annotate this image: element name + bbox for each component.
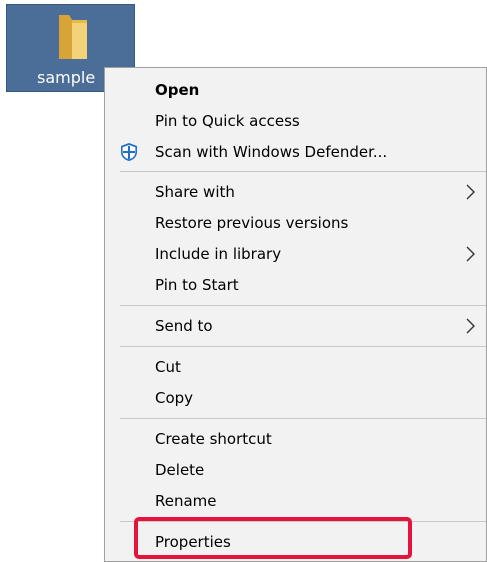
folder-icon bbox=[59, 15, 87, 59]
chevron-right-icon bbox=[466, 246, 475, 261]
chevron-right-icon bbox=[466, 318, 475, 333]
menu-item-label: Pin to Quick access bbox=[155, 111, 300, 130]
menu-item-cut[interactable]: Cut bbox=[105, 351, 486, 382]
menu-item-share-with[interactable]: Share with bbox=[105, 176, 486, 207]
menu-item-pin-to-start[interactable]: Pin to Start bbox=[105, 269, 486, 300]
menu-item-label: Scan with Windows Defender... bbox=[155, 142, 388, 161]
menu-item-label: Copy bbox=[155, 388, 194, 407]
menu-item-properties[interactable]: Properties bbox=[105, 526, 486, 557]
menu-item-copy[interactable]: Copy bbox=[105, 382, 486, 413]
menu-separator bbox=[120, 346, 486, 347]
menu-item-create-shortcut[interactable]: Create shortcut bbox=[105, 423, 486, 454]
menu-item-delete[interactable]: Delete bbox=[105, 454, 486, 485]
windows-defender-shield-icon bbox=[121, 142, 137, 161]
menu-item-label: Restore previous versions bbox=[155, 213, 349, 232]
menu-item-send-to[interactable]: Send to bbox=[105, 310, 486, 341]
menu-item-include-in-library[interactable]: Include in library bbox=[105, 238, 486, 269]
folder-label: sample bbox=[37, 68, 96, 87]
menu-item-label: Pin to Start bbox=[155, 275, 239, 294]
menu-item-restore-previous-versions[interactable]: Restore previous versions bbox=[105, 207, 486, 238]
menu-item-label: Rename bbox=[155, 491, 217, 510]
menu-item-pin-to-quick-access[interactable]: Pin to Quick access bbox=[105, 105, 486, 136]
menu-separator bbox=[120, 418, 486, 419]
menu-item-label: Properties bbox=[155, 532, 231, 551]
menu-item-scan-with-windows-defender[interactable]: Scan with Windows Defender... bbox=[105, 136, 486, 167]
chevron-right-icon bbox=[466, 184, 475, 199]
menu-item-label: Open bbox=[155, 80, 200, 99]
menu-item-label: Delete bbox=[155, 460, 205, 479]
desktop: sample Open Pin to Quick access Scan wit… bbox=[0, 0, 487, 562]
menu-separator bbox=[120, 305, 486, 306]
menu-item-open[interactable]: Open bbox=[105, 74, 486, 105]
menu-item-label: Send to bbox=[155, 316, 213, 335]
menu-item-label: Include in library bbox=[155, 244, 282, 263]
menu-separator bbox=[120, 521, 486, 522]
menu-item-rename[interactable]: Rename bbox=[105, 485, 486, 516]
menu-item-label: Create shortcut bbox=[155, 429, 272, 448]
menu-item-label: Cut bbox=[155, 357, 181, 376]
menu-item-label: Share with bbox=[155, 182, 235, 201]
context-menu: Open Pin to Quick access Scan with Windo… bbox=[104, 67, 487, 562]
menu-separator bbox=[120, 171, 486, 172]
